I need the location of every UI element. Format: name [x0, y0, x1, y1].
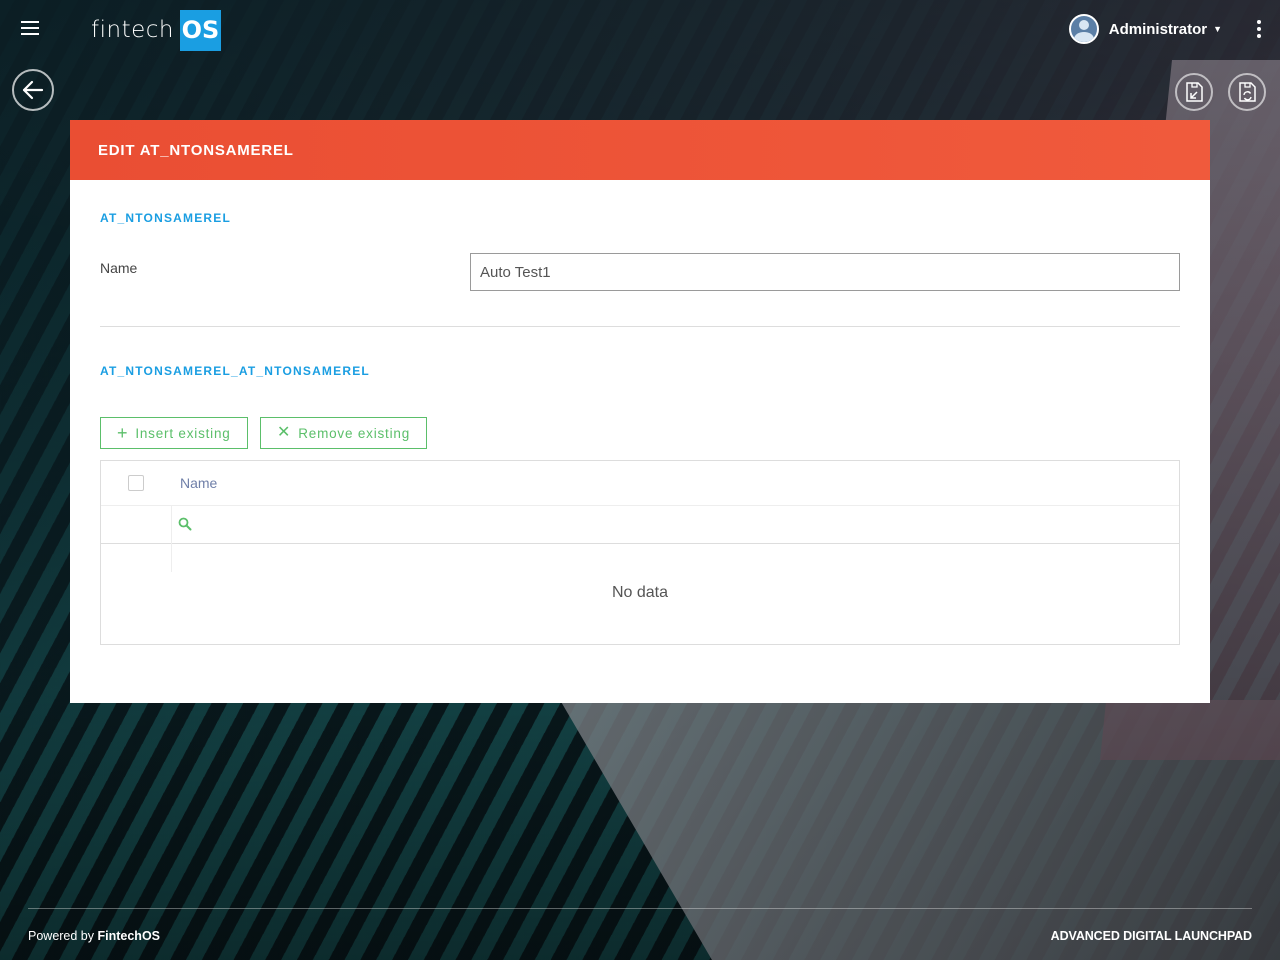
logo-text: fintech	[91, 17, 174, 43]
powered-brand: FintechOS	[97, 929, 161, 943]
column-header-name[interactable]: Name	[180, 475, 217, 491]
page-title: EDIT AT_NTONSAMEREL	[98, 141, 294, 159]
logo-badge: OS	[179, 9, 221, 51]
select-all-checkbox[interactable]	[128, 475, 144, 491]
remove-existing-button[interactable]: ✕ Remove existing	[260, 417, 428, 449]
insert-existing-label: Insert existing	[135, 425, 231, 441]
footer-product-name: ADVANCED DIGITAL LAUNCHPAD	[1050, 929, 1252, 943]
avatar-icon	[1068, 14, 1099, 44]
plus-icon: +	[117, 423, 129, 443]
save-reload-icon	[1239, 82, 1256, 102]
divider	[100, 326, 1180, 327]
column-separator	[171, 506, 172, 572]
grid-header: Name	[101, 461, 1179, 506]
grid-filter-row	[101, 506, 1179, 572]
app-logo: fintech OS	[91, 9, 221, 51]
powered-by: Powered by FintechOS	[28, 929, 160, 943]
user-menu[interactable]: Administrator ▼	[1068, 14, 1222, 44]
remove-existing-label: Remove existing	[298, 425, 411, 441]
empty-state-text: No data	[611, 584, 669, 601]
insert-existing-button[interactable]: + Insert existing	[100, 417, 248, 449]
related-records-grid: Name No data	[100, 460, 1180, 645]
section-title-entity: AT_NTONSAMEREL	[100, 211, 232, 225]
name-field[interactable]	[470, 253, 1180, 291]
section-title-relation: AT_NTONSAMEREL_AT_NTONSAMEREL	[100, 364, 370, 378]
edit-form-panel: EDIT AT_NTONSAMEREL AT_NTONSAMEREL Name …	[70, 120, 1210, 703]
powered-prefix: Powered by	[28, 929, 95, 943]
caret-down-icon: ▼	[1213, 24, 1222, 34]
footer-divider	[28, 908, 1252, 909]
more-options-icon[interactable]	[1255, 20, 1263, 40]
search-icon[interactable]	[178, 517, 192, 531]
panel-header: EDIT AT_NTONSAMEREL	[70, 120, 1210, 180]
save-close-icon	[1186, 82, 1203, 102]
save-and-reload-button[interactable]	[1228, 73, 1266, 111]
close-icon: ✕	[277, 424, 292, 441]
save-and-close-button[interactable]	[1175, 73, 1213, 111]
arrow-left-icon	[22, 80, 44, 100]
name-label: Name	[100, 260, 138, 276]
back-button[interactable]	[12, 69, 54, 111]
user-name: Administrator	[1108, 20, 1208, 38]
hamburger-menu-icon[interactable]	[18, 18, 42, 42]
